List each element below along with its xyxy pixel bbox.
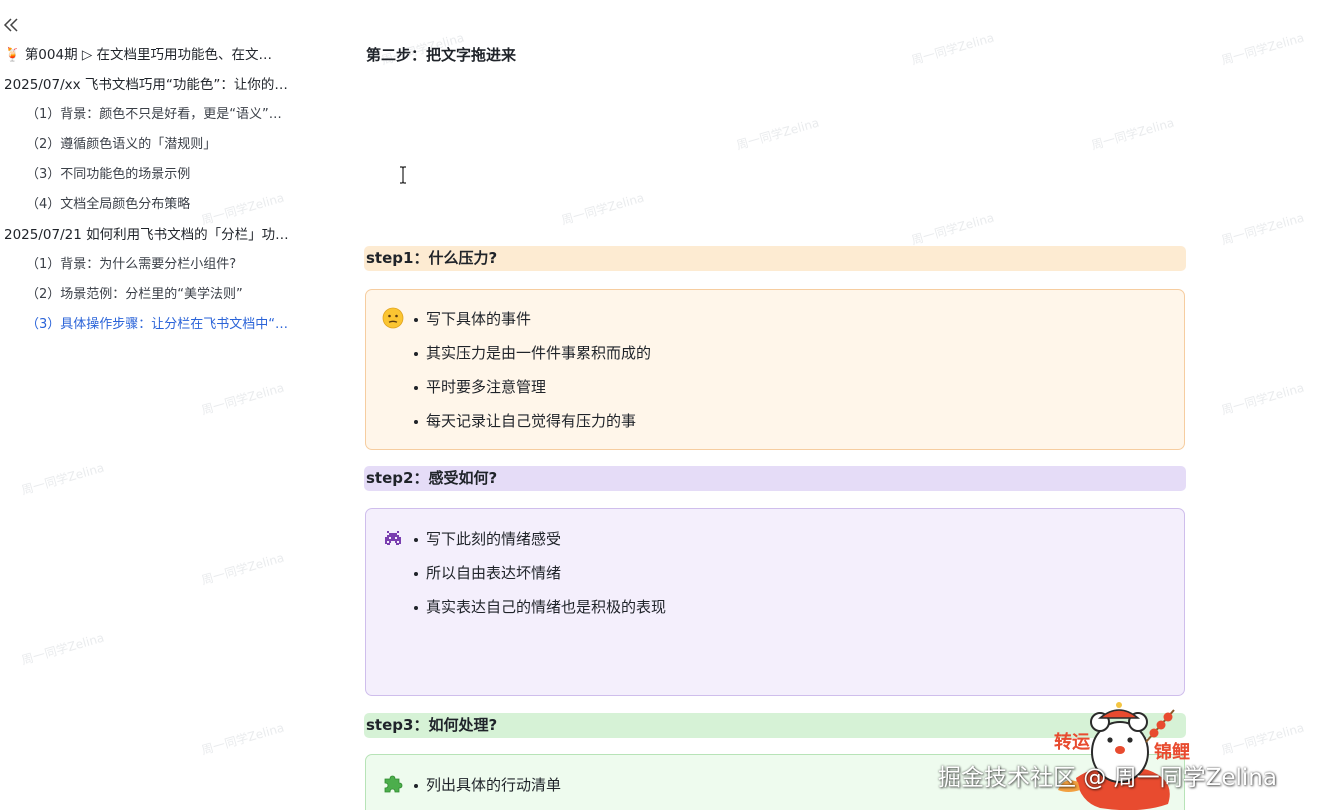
brand-sticker: 转运 锦鲤 [1050,698,1190,810]
outline-item-label: 第004期 ▷ 在文档里巧用功能色、在文… [24,47,273,63]
outline-item-steps-active[interactable]: （3）具体操作步骤：让分栏在飞书文档中“… [26,314,296,336]
document-outline: 🍹 第004期 ▷ 在文档里巧用功能色、在文… 2025/07/xx 飞书文档巧用… [0,0,320,810]
svg-text:转运: 转运 [1054,731,1090,753]
step1-bullet: 每天记录让自己觉得有压力的事 [414,411,636,431]
outline-item-function-colors[interactable]: 2025/07/xx 飞书文档巧用“功能色”：让你的… [4,74,304,96]
watermark-text: 周一同学Zelina [1219,30,1306,68]
outline-item-label: （4）文档全局颜色分布策略 [26,197,191,212]
outline-item-label: （3）具体操作步骤：让分栏在飞书文档中“… [26,317,289,332]
outline-item-label: （3）不同功能色的场景示例 [26,167,191,182]
brand-watermark-text: 掘金技术社区 @ 周一同学Zelina [938,765,1277,791]
double-chevron-left-icon [3,18,18,32]
watermark-text: 周一同学Zelina [734,115,821,153]
outline-item-label: 2025/07/xx 飞书文档巧用“功能色”：让你的… [4,77,288,93]
watermark-text: 周一同学Zelina [909,210,996,248]
watermark-text: 周一同学Zelina [1219,210,1306,248]
watermark-text: 周一同学Zelina [1089,115,1176,153]
watermark-text: 周一同学Zelina [1219,380,1306,418]
step2-bullet: 写下此刻的情绪感受 [414,529,561,549]
text-cursor-icon [398,166,408,184]
confused-face-icon [382,307,404,329]
step1-callout[interactable]: 写下具体的事件 其实压力是由一件件事累积而成的 平时要多注意管理 每天记录让自己… [365,289,1185,450]
step1-header[interactable]: step1：什么压力? [364,246,1186,271]
lucky-koi-mascot-icon: 转运 锦鲤 [1054,702,1190,810]
collapse-sidebar-button[interactable] [2,14,22,36]
outline-item-label: （2）场景范例：分栏里的“美学法则” [26,287,243,302]
watermark-text: 周一同学Zelina [1219,720,1306,758]
outline-item-label: （1）背景：为什么需要分栏小组件? [26,257,237,272]
space-invader-icon [385,531,401,545]
outline-item-label: （1）背景：颜色不只是好看，更是“语义”… [26,107,282,122]
outline-item-aesthetics[interactable]: （2）场景范例：分栏里的“美学法则” [26,284,296,306]
section-heading: 第二步：把文字拖进来 [366,46,517,64]
step2-bullet: 所以自由表达坏情绪 [414,563,561,583]
tropical-drink-icon: 🍹 [4,47,21,63]
step2-callout[interactable]: 写下此刻的情绪感受 所以自由表达坏情绪 真实表达自己的情绪也是积极的表现 [365,508,1185,696]
step1-bullet: 平时要多注意管理 [414,377,546,397]
puzzle-piece-icon [384,775,403,793]
outline-item-issue-004[interactable]: 🍹 第004期 ▷ 在文档里巧用功能色、在文… [4,44,304,66]
step1-bullet: 写下具体的事件 [414,309,531,329]
step2-header[interactable]: step2：感受如何? [364,466,1186,491]
step2-bullet: 真实表达自己的情绪也是积极的表现 [414,597,666,617]
step3-bullet: 列出具体的行动清单 [414,775,561,795]
outline-item-background[interactable]: （1）背景：颜色不只是好看，更是“语义”… [26,104,296,126]
watermark-text: 周一同学Zelina [909,30,996,68]
outline-item-label: （2）遵循颜色语义的「潜规则」 [26,137,217,152]
watermark-text: 周一同学Zelina [559,190,646,228]
outline-item-why-columns[interactable]: （1）背景：为什么需要分栏小组件? [26,254,296,276]
outline-item-examples[interactable]: （3）不同功能色的场景示例 [26,164,296,186]
outline-item-label: 2025/07/21 如何利用飞书文档的「分栏」功… [4,227,289,243]
step1-bullet: 其实压力是由一件件事累积而成的 [414,343,651,363]
outline-item-strategy[interactable]: （4）文档全局颜色分布策略 [26,194,296,216]
outline-item-rules[interactable]: （2）遵循颜色语义的「潜规则」 [26,134,296,156]
outline-item-columns[interactable]: 2025/07/21 如何利用飞书文档的「分栏」功… [4,224,304,246]
